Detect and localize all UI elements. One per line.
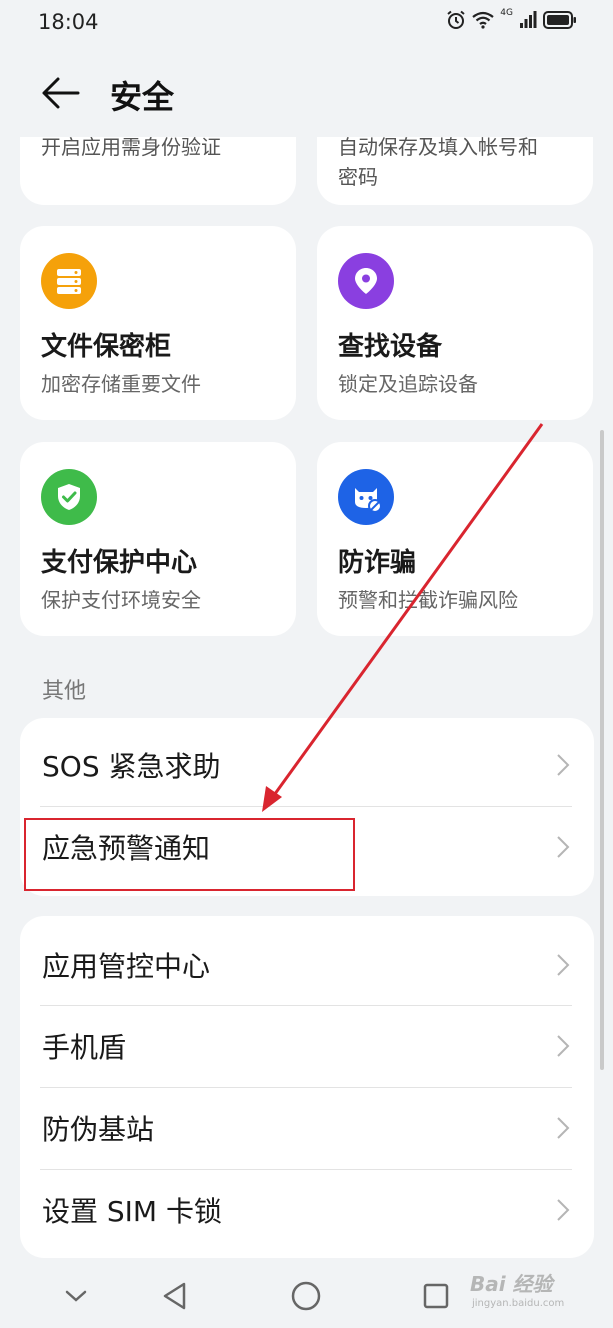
password-vault-subtitle-line1: 自动保存及填入帐号和: [338, 137, 538, 159]
recents-square-icon[interactable]: [416, 1276, 456, 1316]
password-vault-card[interactable]: 自动保存及填入帐号和 密码: [317, 137, 593, 205]
anti-fraud-icon: [338, 469, 394, 525]
list-item-label: 防伪基站: [42, 1113, 155, 1146]
tile-subtitle: 保护支付环境安全: [41, 588, 201, 612]
back-button[interactable]: [38, 70, 84, 116]
watermark-brand: Bai 经验: [470, 1272, 553, 1296]
shield-check-icon: [41, 469, 97, 525]
tile-title: 文件保密柜: [41, 332, 172, 362]
alarm-icon: [447, 10, 465, 29]
tile-subtitle: 预警和拦截诈骗风险: [338, 588, 518, 612]
status-bar: 18:04 4G: [0, 0, 613, 44]
network-type-label: 4G: [500, 8, 513, 18]
battery-icon: [543, 11, 576, 29]
arrow-left-icon: [42, 77, 80, 109]
list-item-label: SOS 紧急求助: [42, 750, 221, 783]
status-icons: 4G: [446, 8, 577, 30]
tile-subtitle: 加密存储重要文件: [41, 372, 201, 396]
scrollbar[interactable]: [600, 430, 604, 1070]
tile-subtitle: 锁定及追踪设备: [338, 372, 478, 396]
list-item-label: 应用管控中心: [42, 950, 211, 983]
section-header-other: 其他: [42, 679, 87, 704]
chevron-right-icon: [557, 754, 570, 776]
watermark: Bai 经验 jingyan.baidu.com: [470, 1268, 610, 1318]
collapse-icon[interactable]: [56, 1276, 96, 1316]
list-item-phone-shield[interactable]: 手机盾: [20, 1005, 594, 1087]
app-lock-subtitle: 开启应用需身份验证: [41, 137, 221, 159]
tile-find-device[interactable]: 查找设备 锁定及追踪设备: [317, 226, 593, 420]
list-item-app-control[interactable]: 应用管控中心: [20, 924, 594, 1006]
safe-box-icon: [41, 253, 97, 309]
tile-title: 防诈骗: [338, 548, 417, 578]
list-item-label: 设置 SIM 卡锁: [42, 1195, 222, 1228]
chevron-right-icon: [557, 836, 570, 858]
status-time: 18:04: [38, 10, 99, 34]
page-title: 安全: [110, 78, 175, 116]
wifi-icon: [472, 11, 494, 29]
other-group-2: 应用管控中心 手机盾 防伪基站 设置 SIM 卡锁: [20, 916, 594, 1258]
list-item-sos[interactable]: SOS 紧急求助: [20, 724, 594, 806]
chevron-right-icon: [557, 1035, 570, 1057]
app-lock-card[interactable]: 开启应用需身份验证: [20, 137, 296, 205]
signal-icon: [520, 11, 537, 28]
app-bar: 安全: [0, 60, 613, 126]
list-item-sim-lock[interactable]: 设置 SIM 卡锁: [20, 1169, 594, 1251]
list-item-label: 手机盾: [42, 1031, 127, 1064]
settings-content[interactable]: 开启应用需身份验证 自动保存及填入帐号和 密码 文件保密柜 加密存储重要文件 查…: [0, 137, 613, 1258]
watermark-url: jingyan.baidu.com: [472, 1298, 565, 1309]
tile-payment-protection[interactable]: 支付保护中心 保护支付环境安全: [20, 442, 296, 636]
back-triangle-icon[interactable]: [155, 1276, 195, 1316]
chevron-right-icon: [557, 1199, 570, 1221]
tile-title: 查找设备: [338, 332, 443, 362]
tile-title: 支付保护中心: [41, 548, 198, 578]
chevron-right-icon: [557, 1117, 570, 1139]
password-vault-subtitle-line2: 密码: [338, 165, 378, 189]
tile-anti-fraud[interactable]: 防诈骗 预警和拦截诈骗风险: [317, 442, 593, 636]
tile-file-safe[interactable]: 文件保密柜 加密存储重要文件: [20, 226, 296, 420]
annotation-highlight-box: [24, 818, 355, 891]
home-circle-icon[interactable]: [286, 1276, 326, 1316]
chevron-right-icon: [557, 954, 570, 976]
list-item-anti-fake-station[interactable]: 防伪基站: [20, 1087, 594, 1169]
location-pin-icon: [338, 253, 394, 309]
